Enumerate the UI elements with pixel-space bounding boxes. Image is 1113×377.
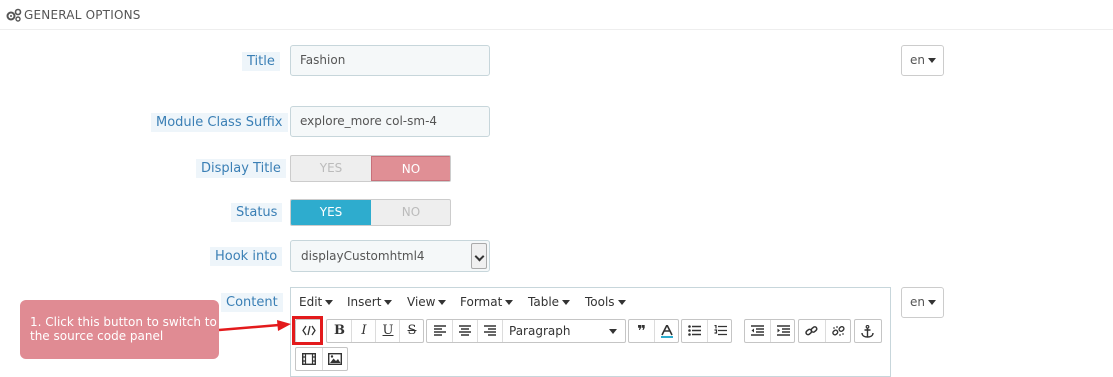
status-toggle[interactable]: YES NO: [290, 199, 451, 226]
chevron-down-icon: [471, 243, 487, 269]
align-left-button[interactable]: [427, 320, 452, 342]
link-icon: [805, 326, 818, 336]
menu-label: Tools: [585, 295, 615, 309]
image-icon: [327, 352, 343, 366]
menu-view[interactable]: View: [407, 295, 447, 309]
editor-menubar: Edit Insert View Format Table Tools: [291, 288, 890, 316]
quote-color-group: ❞: [628, 319, 679, 343]
menu-table[interactable]: Table: [528, 295, 571, 309]
menu-label: Format: [460, 295, 503, 309]
anchor-group: [854, 319, 882, 343]
align-right-button[interactable]: [477, 320, 502, 342]
align-left-icon: [433, 325, 446, 336]
text-color-icon: [661, 323, 673, 338]
menu-format[interactable]: Format: [460, 295, 514, 309]
status-no[interactable]: NO: [371, 200, 450, 225]
text-color-button[interactable]: [654, 320, 679, 342]
text-style-group: B I U S: [326, 319, 424, 343]
caret-down-icon: [928, 58, 936, 63]
content-label: Content: [221, 293, 283, 312]
callout-arrow-icon: [219, 320, 291, 332]
title-label: Title: [242, 52, 280, 71]
source-code-highlight: [292, 316, 323, 345]
anchor-button[interactable]: [855, 320, 880, 342]
unlink-icon: [831, 325, 845, 336]
caret-down-icon: [609, 329, 617, 334]
alignment-group: Paragraph: [426, 319, 626, 343]
outdent-button[interactable]: [745, 320, 770, 342]
blockquote-icon: ❞: [637, 322, 646, 340]
anchor-icon: [861, 324, 874, 338]
display-title-yes[interactable]: YES: [291, 156, 371, 181]
align-center-button[interactable]: [452, 320, 477, 342]
link-group: [798, 319, 851, 343]
hook-select-value: displayCustomhtml4: [301, 249, 425, 263]
italic-button[interactable]: I: [351, 320, 376, 342]
hook-select[interactable]: displayCustomhtml4: [290, 240, 490, 272]
align-center-icon: [459, 325, 471, 336]
menu-label: Table: [528, 295, 560, 309]
link-button[interactable]: [799, 320, 824, 342]
unlink-button[interactable]: [825, 320, 850, 342]
hook-label: Hook into: [210, 247, 283, 266]
bold-button[interactable]: B: [327, 320, 352, 342]
gears-icon: [6, 8, 22, 22]
display-title-no[interactable]: NO: [371, 156, 450, 181]
media-button[interactable]: [296, 348, 321, 370]
menu-label: Insert: [347, 295, 382, 309]
menu-tools[interactable]: Tools: [585, 295, 626, 309]
outdent-icon: [751, 325, 764, 336]
format-select-value: Paragraph: [509, 324, 571, 338]
language-code: en: [910, 53, 925, 67]
caret-down-icon: [562, 300, 571, 305]
caret-down-icon: [928, 300, 936, 305]
caret-down-icon: [384, 300, 393, 305]
bullet-list-icon: [688, 325, 701, 336]
title-language-button[interactable]: en: [901, 45, 944, 76]
menu-edit[interactable]: Edit: [299, 295, 334, 309]
bullet-list-button[interactable]: [682, 320, 707, 342]
menu-insert[interactable]: Insert: [347, 295, 393, 309]
indent-button[interactable]: [770, 320, 795, 342]
status-yes[interactable]: YES: [291, 200, 371, 225]
list-group: [681, 319, 732, 343]
blockquote-button[interactable]: ❞: [629, 320, 654, 342]
film-icon: [301, 352, 316, 366]
rich-text-editor[interactable]: Edit Insert View Format Table Tools B I …: [290, 287, 891, 377]
title-input[interactable]: Fashion: [290, 45, 490, 76]
underline-button[interactable]: U: [375, 320, 400, 342]
numbered-list-button[interactable]: [707, 320, 732, 342]
instruction-callout: 1. Click this button to switch to the so…: [20, 300, 219, 359]
suffix-label: Module Class Suffix: [151, 113, 288, 132]
content-language-button[interactable]: en: [901, 287, 944, 318]
numbered-list-icon: [714, 324, 727, 336]
strikethrough-button[interactable]: S: [399, 320, 424, 342]
align-right-icon: [484, 325, 496, 336]
display-title-toggle[interactable]: YES NO: [290, 155, 451, 182]
caret-down-icon: [505, 300, 514, 305]
panel-title: GENERAL OPTIONS: [24, 8, 141, 22]
caret-down-icon: [438, 300, 447, 305]
image-button[interactable]: [322, 348, 347, 370]
status-label: Status: [231, 203, 283, 222]
menu-label: Edit: [299, 295, 323, 309]
menu-label: View: [407, 295, 436, 309]
media-group: [295, 347, 348, 371]
callout-text: 1. Click this button to switch to the so…: [30, 315, 217, 343]
suffix-input[interactable]: explore_more col-sm-4: [290, 106, 490, 137]
panel-header: GENERAL OPTIONS: [0, 0, 1113, 30]
display-title-label: Display Title: [196, 159, 286, 178]
language-code: en: [910, 295, 925, 309]
caret-down-icon: [617, 300, 626, 305]
indent-group: [744, 319, 795, 343]
indent-icon: [776, 325, 790, 336]
format-select[interactable]: Paragraph: [502, 320, 625, 342]
caret-down-icon: [325, 300, 334, 305]
